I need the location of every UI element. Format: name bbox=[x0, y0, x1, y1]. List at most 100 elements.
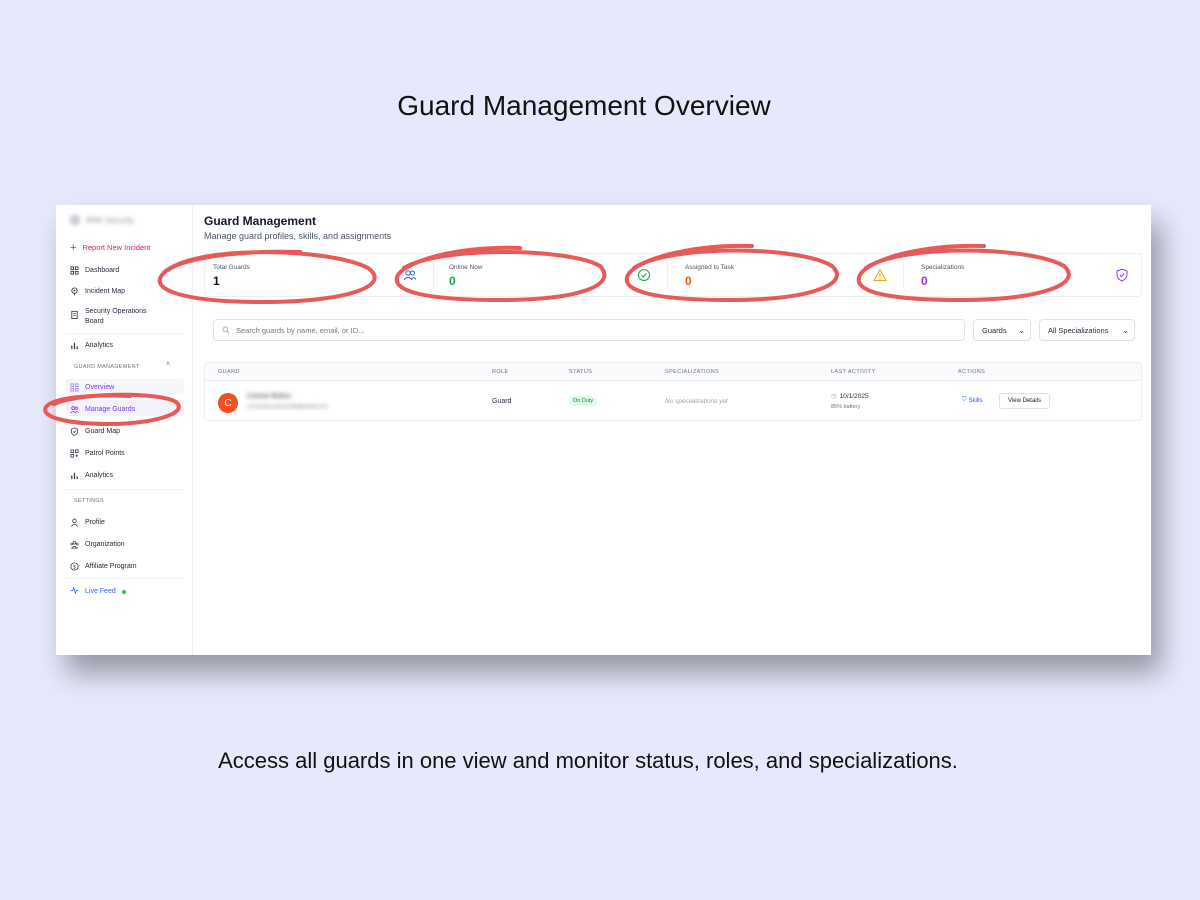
sidebar-item-profile[interactable]: Profile bbox=[70, 518, 105, 527]
search-icon bbox=[222, 326, 230, 334]
stat-separator bbox=[667, 262, 668, 288]
users-icon bbox=[70, 405, 79, 414]
sidebar-item-label: Guard Map bbox=[85, 428, 121, 435]
stat-online-now: Online Now 0 bbox=[449, 254, 609, 296]
stats-panel: Total Guards 1 Online Now 0 Assigned to … bbox=[204, 253, 1142, 297]
guard-management-section-label: GUARD MANAGEMENT bbox=[74, 364, 140, 370]
sidebar-item-label: Manage Guards bbox=[85, 406, 136, 413]
guards-table: GUARD ROLE STATUS SPECIALIZATIONS LAST A… bbox=[204, 362, 1142, 421]
stat-value: 0 bbox=[685, 274, 692, 288]
sidebar-item-patrol-points[interactable]: Patrol Points bbox=[70, 449, 125, 458]
stat-assigned-to-task: Assigned to Task 0 bbox=[685, 254, 845, 296]
sidebar-item-manage-guards[interactable]: Manage Guards bbox=[70, 405, 135, 414]
shield-icon bbox=[70, 427, 79, 436]
guard-name: Connie Bolton bbox=[247, 393, 291, 400]
battery-level: 85% battery bbox=[831, 404, 861, 410]
guard-email: c1conniecookiee239@gmail.com bbox=[247, 404, 328, 410]
sidebar-divider bbox=[66, 333, 184, 334]
chevron-up-icon[interactable]: ˄ bbox=[166, 361, 170, 368]
stat-total-guards: Total Guards 1 bbox=[213, 254, 393, 296]
stat-value: 0 bbox=[921, 274, 928, 288]
grid-icon bbox=[70, 383, 79, 392]
plus-icon: + bbox=[70, 241, 77, 254]
column-header-guard: GUARD bbox=[218, 369, 240, 375]
users-online-icon bbox=[403, 268, 417, 282]
status-badge: On Duty bbox=[569, 396, 598, 406]
online-dot-icon bbox=[121, 589, 126, 594]
stat-label: Online Now bbox=[449, 264, 483, 271]
sidebar-item-label: Dashboard bbox=[85, 267, 120, 274]
clock-icon: ◷ bbox=[831, 393, 837, 400]
table-header: GUARD ROLE STATUS SPECIALIZATIONS LAST A… bbox=[205, 363, 1141, 381]
stat-label: Assigned to Task bbox=[685, 264, 735, 271]
settings-section-label: SETTINGS bbox=[74, 498, 104, 504]
bar-chart-icon bbox=[70, 341, 79, 350]
specialization-filter-select[interactable]: All Specializations ⌄ bbox=[1039, 319, 1135, 341]
sidebar-item-guard-map[interactable]: Guard Map bbox=[70, 427, 120, 436]
avatar: C bbox=[218, 393, 238, 413]
sidebar-item-dashboard[interactable]: Dashboard bbox=[70, 266, 119, 275]
page-subtitle: Manage guard profiles, skills, and assig… bbox=[204, 231, 392, 241]
clipboard-icon bbox=[70, 310, 79, 319]
brand[interactable]: RNK Security bbox=[70, 215, 134, 225]
last-activity-date: ◷ 10/1/2025 bbox=[831, 392, 869, 401]
stat-value: 0 bbox=[449, 274, 456, 288]
svg-text:$: $ bbox=[73, 564, 76, 570]
sidebar-item-overview[interactable]: Overview bbox=[70, 383, 114, 392]
pin-icon bbox=[70, 287, 79, 296]
sidebar-item-affiliate-program[interactable]: $ Affiliate Program bbox=[70, 562, 137, 571]
check-circle-icon bbox=[637, 268, 651, 282]
headline: Guard Management Overview bbox=[397, 90, 771, 121]
dollar-icon: $ bbox=[70, 562, 79, 571]
sidebar-item-label: Overview bbox=[85, 384, 115, 391]
skills-button[interactable]: ⛉ Skills bbox=[962, 397, 983, 404]
live-feed-label: Live Feed bbox=[85, 588, 116, 595]
sidebar-item-label: Profile bbox=[85, 519, 105, 526]
stat-value: 1 bbox=[213, 274, 220, 288]
column-header-last-activity: LAST ACTIVITY bbox=[831, 369, 876, 375]
view-details-button[interactable]: View Details bbox=[999, 393, 1050, 409]
pulse-icon bbox=[70, 586, 79, 597]
main-content: Guard Management Manage guard profiles, … bbox=[193, 205, 1151, 655]
chevron-down-icon: ⌄ bbox=[1122, 325, 1129, 335]
report-label: Report New Incident bbox=[82, 243, 151, 252]
last-activity-value: 10/1/2025 bbox=[839, 392, 869, 400]
sidebar-item-incident-map[interactable]: Incident Map bbox=[70, 287, 125, 296]
warning-icon bbox=[873, 268, 887, 282]
report-new-incident-button[interactable]: + Report New Incident bbox=[70, 241, 151, 254]
bar-chart-icon bbox=[70, 471, 79, 480]
specialization-filter-value: All Specializations bbox=[1048, 325, 1109, 335]
sidebar-item-security-operations-board[interactable]: Security Operations Board bbox=[70, 307, 157, 327]
sidebar-divider bbox=[66, 489, 184, 490]
building-icon bbox=[70, 540, 79, 549]
app-screenshot: RNK Security + Report New Incident Dashb… bbox=[56, 205, 1151, 655]
sidebar-divider bbox=[66, 578, 184, 579]
skills-label: Skills bbox=[968, 397, 983, 404]
sidebar-item-label: Incident Map bbox=[85, 288, 126, 295]
sidebar: RNK Security + Report New Incident Dashb… bbox=[56, 205, 193, 655]
guard-specializations: No specializations yet bbox=[665, 398, 728, 405]
search-input[interactable] bbox=[236, 325, 936, 335]
chevron-down-icon: ⌄ bbox=[1018, 325, 1025, 335]
stat-label: Total Guards bbox=[213, 264, 250, 271]
search-bar[interactable] bbox=[213, 319, 965, 341]
sidebar-item-label: Patrol Points bbox=[85, 450, 125, 457]
sidebar-item-analytics[interactable]: Analytics bbox=[70, 341, 113, 350]
sidebar-item-label: Analytics bbox=[85, 472, 114, 479]
sidebar-item-label: Organization bbox=[85, 541, 125, 548]
role-filter-value: Guards bbox=[982, 325, 1007, 335]
sidebar-item-organization[interactable]: Organization bbox=[70, 540, 125, 549]
role-filter-select[interactable]: Guards ⌄ bbox=[973, 319, 1031, 341]
brand-logo-icon bbox=[70, 215, 80, 225]
user-icon bbox=[70, 518, 79, 527]
brand-name: RNK Security bbox=[86, 215, 135, 225]
sidebar-item-guard-analytics[interactable]: Analytics bbox=[70, 471, 113, 480]
stat-separator bbox=[903, 262, 904, 288]
column-header-actions: ACTIONS bbox=[958, 369, 986, 375]
column-header-specializations: SPECIALIZATIONS bbox=[665, 369, 720, 375]
skills-icon: ⛉ bbox=[962, 397, 967, 403]
qr-icon bbox=[70, 449, 79, 458]
live-feed-link[interactable]: Live Feed bbox=[70, 586, 126, 597]
stat-label: Specializations bbox=[921, 264, 965, 271]
sidebar-item-label: Analytics bbox=[85, 342, 114, 349]
